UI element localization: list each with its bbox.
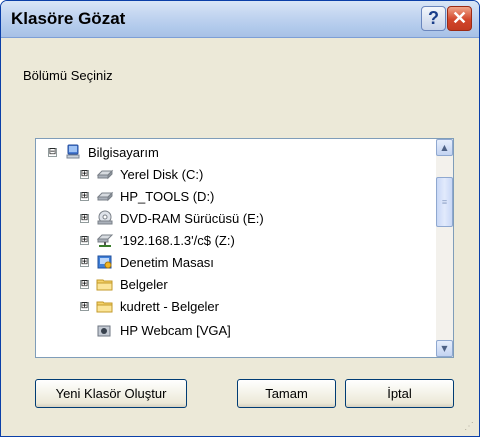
expand-icon[interactable]: ⊞ (80, 257, 89, 267)
dialog-title: Klasöre Gözat (11, 9, 126, 28)
tree-item-label: Bilgisayarım (88, 144, 159, 160)
expand-icon[interactable]: ⊞ (80, 301, 89, 311)
tree-item-webcam[interactable]: HP Webcam [VGA] (80, 317, 231, 357)
tree-item-label: DVD-RAM Sürücüsü (E:) (120, 210, 264, 226)
resize-grip-icon[interactable]: ⋰ (464, 421, 476, 433)
network-drive-icon (96, 234, 114, 247)
tree-item-drive-c[interactable]: ⊞ Yerel Disk (C:) (80, 163, 203, 185)
hard-drive-icon (96, 169, 114, 180)
tree-item-label: HP_TOOLS (D:) (120, 188, 215, 204)
control-panel-icon (97, 255, 112, 269)
ok-label: Tamam (265, 386, 308, 401)
instruction-text: Bölümü Seçiniz (23, 68, 113, 83)
tree-item-label: Belgeler (120, 276, 168, 292)
expand-icon[interactable]: ⊞ (80, 169, 89, 179)
cancel-label: İptal (387, 386, 412, 401)
tree-item-label: Yerel Disk (C:) (120, 166, 204, 182)
tree-item-documents[interactable]: ⊞ Belgeler (80, 273, 168, 295)
grip-lines-icon: ≡ (441, 197, 448, 207)
tree-item-label: kudrett - Belgeler (120, 298, 219, 314)
cancel-button[interactable]: İptal (345, 379, 454, 408)
title-bar[interactable]: Klasöre Gözat ? ✕ (1, 1, 479, 38)
new-folder-label: Yeni Klasör Oluştur (55, 386, 167, 401)
webcam-icon (97, 325, 111, 337)
tree-item-drive-e[interactable]: ⊞ DVD-RAM Sürücüsü (E:) (80, 207, 264, 229)
browse-folder-dialog: Klasöre Gözat ? ✕ Bölümü Seçiniz ⊟ Bilgi… (0, 0, 480, 437)
tree-item-label: Denetim Masası (120, 254, 214, 270)
vertical-scrollbar[interactable]: ▲ ≡ ▼ (436, 139, 453, 357)
expand-icon[interactable]: ⊞ (80, 235, 89, 245)
folder-tree[interactable]: ⊟ Bilgisayarım ⊞ Yerel Disk (C:) ⊞ HP_TO… (35, 138, 454, 358)
close-icon: ✕ (451, 8, 468, 28)
hard-drive-icon (96, 191, 114, 202)
tree-item-drive-d[interactable]: ⊞ HP_TOOLS (D:) (80, 185, 214, 207)
help-button[interactable]: ? (421, 6, 446, 31)
new-folder-button[interactable]: Yeni Klasör Oluştur (35, 379, 187, 408)
tree-item-drive-z[interactable]: ⊞ '192.168.1.3'/c$ (Z:) (80, 229, 235, 251)
tree-item-label: HP Webcam [VGA] (120, 323, 231, 338)
dvd-drive-icon (97, 210, 113, 225)
tree-item-control-panel[interactable]: ⊞ Denetim Masası (80, 251, 214, 273)
close-button[interactable]: ✕ (447, 6, 472, 31)
chevron-up-icon: ▲ (441, 143, 448, 152)
folder-icon (96, 301, 113, 313)
tree-item-label: '192.168.1.3'/c$ (Z:) (120, 232, 235, 248)
computer-icon (66, 144, 80, 159)
expand-icon[interactable]: ⊞ (80, 191, 89, 201)
scrollbar-thumb[interactable]: ≡ (436, 177, 453, 227)
chevron-down-icon: ▼ (441, 344, 448, 353)
scroll-up-button[interactable]: ▲ (436, 139, 453, 156)
folder-icon (96, 279, 113, 291)
scroll-down-button[interactable]: ▼ (436, 340, 453, 357)
help-icon: ? (428, 8, 439, 28)
tree-item-kudrett-documents[interactable]: ⊞ kudrett - Belgeler (80, 295, 219, 317)
expand-icon[interactable]: ⊞ (80, 279, 89, 289)
ok-button[interactable]: Tamam (237, 379, 336, 408)
tree-item-computer[interactable]: ⊟ Bilgisayarım (48, 141, 159, 163)
expand-icon[interactable]: ⊞ (80, 213, 89, 223)
collapse-icon[interactable]: ⊟ (48, 147, 57, 157)
